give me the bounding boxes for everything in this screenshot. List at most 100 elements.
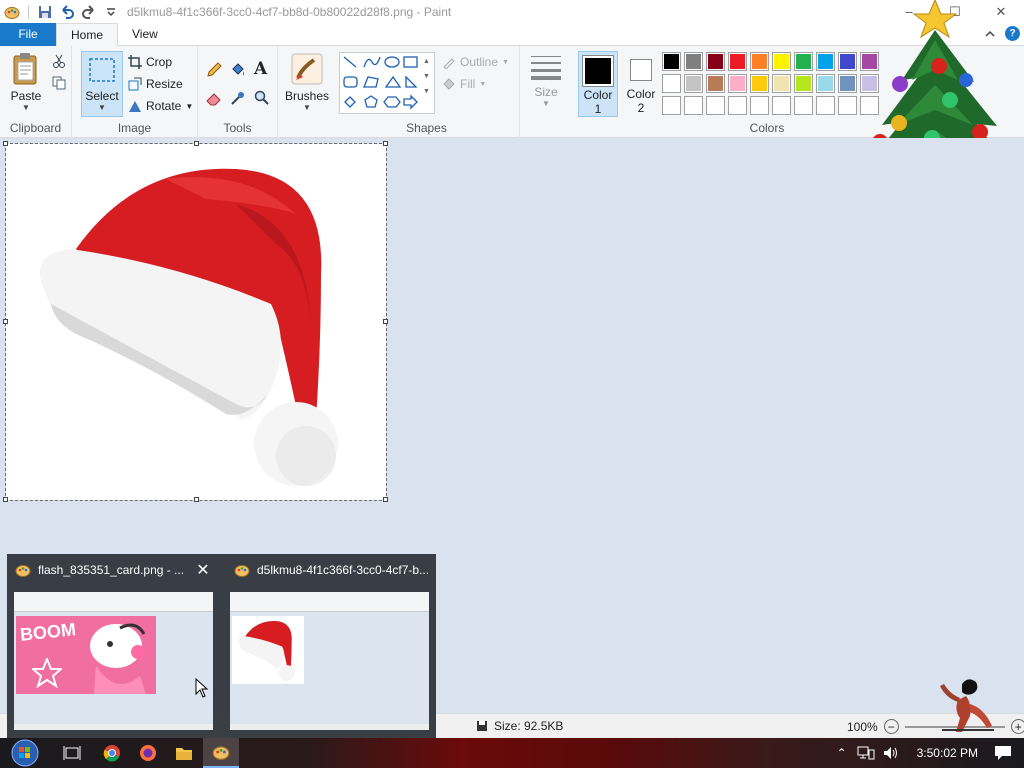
pentagon-shape-icon[interactable] [364, 95, 378, 108]
palette-swatch[interactable] [662, 52, 681, 71]
line-shape-icon[interactable] [343, 56, 357, 68]
palette-swatch[interactable] [772, 74, 791, 93]
resize-handle[interactable] [194, 141, 199, 146]
shapes-scroll[interactable]: ▲ ▼ ▼ [423, 54, 430, 99]
fill-bucket-icon[interactable] [230, 62, 246, 78]
swatch-color [773, 97, 790, 114]
palette-swatch[interactable] [816, 74, 835, 93]
palette-swatch[interactable] [728, 96, 747, 115]
resize-handle[interactable] [194, 497, 199, 502]
select-button[interactable]: Select ▼ [81, 51, 123, 117]
fill-button[interactable]: Fill ▼ [442, 74, 486, 94]
palette-swatch[interactable] [684, 96, 703, 115]
palette-swatch[interactable] [728, 74, 747, 93]
tab-file[interactable]: File [0, 23, 56, 46]
taskbar-chrome[interactable] [94, 738, 130, 768]
network-icon[interactable] [857, 746, 875, 760]
taskbar-file-explorer[interactable] [166, 738, 202, 768]
resize-handle[interactable] [3, 497, 8, 502]
palette-swatch[interactable] [816, 96, 835, 115]
taskbar-paint[interactable] [203, 738, 239, 768]
save-icon[interactable] [37, 4, 53, 20]
pencil-icon[interactable] [206, 62, 222, 78]
window-thumbnail[interactable]: flash_835351_card.png - ... ✕ BOOM [7, 554, 217, 738]
image-canvas[interactable] [3, 141, 388, 502]
hexagon-shape-icon[interactable] [383, 96, 401, 108]
rounded-rectangle-shape-icon[interactable] [343, 76, 358, 88]
palette-swatch[interactable] [706, 74, 725, 93]
outline-button[interactable]: Outline ▼ [442, 52, 509, 72]
triangle-shape-icon[interactable] [384, 75, 402, 88]
palette-swatch[interactable] [750, 74, 769, 93]
rotate-button[interactable]: Rotate ▼ [128, 96, 193, 116]
palette-swatch[interactable] [706, 52, 725, 71]
resize-handle[interactable] [383, 141, 388, 146]
palette-swatch[interactable] [662, 96, 681, 115]
brushes-dropdown-arrow[interactable]: ▼ [282, 103, 332, 112]
color1-button[interactable]: Color 1 [578, 51, 618, 117]
palette-swatch[interactable] [662, 74, 681, 93]
window-thumbnail[interactable]: d5lkmu8-4f1c366f-3cc0-4cf7-b... [226, 554, 436, 738]
rotate-dropdown-arrow[interactable]: ▼ [185, 102, 193, 111]
zoom-in-button[interactable]: + [1010, 719, 1024, 734]
palette-swatch[interactable] [684, 52, 703, 71]
palette-swatch[interactable] [750, 96, 769, 115]
color-selector-group: Color 1 Color 2 [572, 46, 662, 138]
show-hidden-icons-icon[interactable]: ⌃ [831, 746, 853, 760]
resize-handle[interactable] [3, 319, 8, 324]
brushes-button[interactable]: Brushes ▼ [282, 52, 332, 112]
palette-swatch[interactable] [684, 74, 703, 93]
tools-group-label: Tools [223, 121, 252, 135]
paste-button[interactable]: Paste ▼ [6, 52, 46, 112]
oval-shape-icon[interactable] [384, 56, 400, 68]
cut-icon[interactable] [52, 54, 66, 68]
palette-swatch[interactable] [772, 96, 791, 115]
volume-icon[interactable] [883, 746, 899, 760]
undo-icon[interactable] [59, 4, 75, 20]
polygon-shape-icon[interactable] [363, 76, 379, 88]
palette-swatch[interactable] [728, 52, 747, 71]
select-dropdown-arrow[interactable]: ▼ [82, 103, 122, 112]
palette-swatch[interactable] [794, 52, 813, 71]
image-group: Select ▼ Crop Resize Rotate ▼ Image [72, 46, 198, 138]
zoom-out-button[interactable]: − [883, 719, 899, 734]
curve-shape-icon[interactable] [363, 56, 381, 68]
text-tool-icon[interactable]: A [254, 59, 267, 79]
palette-swatch[interactable] [772, 52, 791, 71]
tab-view[interactable]: View [118, 23, 172, 46]
palette-swatch[interactable] [816, 52, 835, 71]
palette-swatch[interactable] [706, 96, 725, 115]
rectangle-shape-icon[interactable] [403, 56, 418, 68]
paint-app-icon[interactable] [4, 4, 20, 20]
color-picker-icon[interactable] [230, 90, 246, 106]
resize-handle[interactable] [383, 497, 388, 502]
swatch-color [795, 53, 812, 70]
size-button[interactable]: Size ▼ [524, 54, 568, 108]
right-triangle-shape-icon[interactable] [405, 75, 418, 88]
paste-dropdown-arrow[interactable]: ▼ [6, 103, 46, 112]
resize-handle[interactable] [383, 319, 388, 324]
disk-icon [477, 721, 487, 731]
color2-button[interactable]: Color 2 [622, 51, 660, 115]
copy-icon[interactable] [52, 76, 66, 90]
palette-swatch[interactable] [794, 96, 813, 115]
swatch-color [795, 75, 812, 92]
palette-swatch[interactable] [750, 52, 769, 71]
eraser-icon[interactable] [206, 90, 222, 106]
tab-home[interactable]: Home [56, 23, 119, 47]
start-button[interactable] [4, 738, 46, 768]
thumbnail-close-button[interactable]: ✕ [193, 560, 213, 580]
taskbar-firefox[interactable] [130, 738, 166, 768]
palette-swatch[interactable] [794, 74, 813, 93]
redo-icon[interactable] [81, 4, 97, 20]
right-arrow-shape-icon[interactable] [403, 94, 418, 110]
magnifier-icon[interactable] [254, 90, 270, 106]
crop-button[interactable]: Crop [128, 52, 172, 72]
task-view-button[interactable] [54, 738, 90, 768]
customize-quick-access-icon[interactable] [103, 4, 119, 20]
clock[interactable]: 3:50:02 PM [917, 746, 978, 760]
resize-handle[interactable] [3, 141, 8, 146]
diamond-shape-icon[interactable] [344, 96, 356, 108]
resize-button[interactable]: Resize [128, 74, 183, 94]
notifications-icon[interactable] [994, 745, 1012, 761]
